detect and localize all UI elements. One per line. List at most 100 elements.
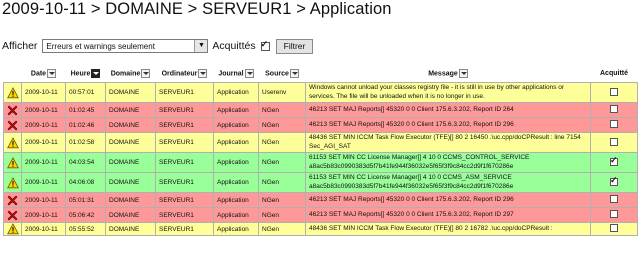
header-ordinateur: Ordinateur [156, 64, 214, 83]
filter-button[interactable]: Filtrer [275, 38, 314, 54]
filter-bar: Afficher Erreurs et warnings seulement ▼… [2, 37, 314, 55]
date-cell: 2009-10-11 [21, 82, 66, 103]
source-cell: NGen [258, 152, 306, 173]
computer-cell: SERVEUR1 [155, 222, 214, 236]
table-row: 2009-10-11 05:55:52 DOMAINE SERVEUR1 Applica… [3, 222, 638, 236]
ack-checkbox[interactable] [610, 210, 618, 218]
date-cell: 2009-10-11 [21, 172, 66, 193]
ack-cell [590, 172, 638, 193]
journal-cell: Application [213, 117, 259, 133]
time-cell: 01:02:46 [65, 117, 106, 133]
table-row: 2009-10-11 01:02:58 DOMAINE SERVEUR1 Applica… [3, 132, 638, 153]
message-sort-dropdown-icon[interactable] [458, 68, 468, 78]
event-table: Date Heure Domaine Ordinateur Journal So… [3, 64, 638, 236]
ack-cell [590, 192, 638, 208]
header-heure-label: Heure [70, 69, 91, 77]
journal-cell: Application [213, 222, 259, 236]
header-heure: Heure [66, 64, 106, 83]
header-icon [4, 64, 22, 83]
level-cell [3, 117, 22, 133]
ack-cell [590, 222, 638, 236]
level-cell [3, 102, 22, 118]
time-cell: 01:02:45 [65, 102, 106, 118]
ack-cell [590, 132, 638, 153]
ack-checkbox[interactable] [610, 155, 618, 166]
level-cell [3, 207, 22, 223]
ack-checkbox[interactable] [610, 120, 618, 128]
level-cell [3, 152, 22, 173]
heure-sort-dropdown-icon[interactable] [91, 68, 101, 78]
source-cell: NGen [258, 172, 306, 193]
ack-cell [590, 102, 638, 118]
source-cell: NGen [258, 207, 306, 223]
error-icon [7, 210, 18, 220]
computer-cell: SERVEUR1 [155, 172, 214, 193]
warning-icon [6, 156, 19, 168]
date-cell: 2009-10-11 [21, 222, 66, 236]
time-cell: 05:55:52 [65, 222, 106, 236]
warning-icon [6, 176, 19, 188]
ack-cell [590, 82, 638, 103]
ordinateur-sort-dropdown-icon[interactable] [198, 68, 208, 78]
journal-cell: Application [213, 172, 259, 193]
ack-checkbox[interactable] [610, 195, 618, 203]
journal-cell: Application [213, 192, 259, 208]
ack-checkbox[interactable] [610, 137, 618, 146]
warning-icon [6, 136, 19, 148]
message-cell: 46213 SET MAJ Reports[] 45320 0 0 Client… [305, 117, 591, 133]
source-sort-dropdown-icon[interactable] [289, 68, 299, 78]
date-cell: 2009-10-11 [21, 192, 66, 208]
level-cell [3, 82, 22, 103]
header-domaine: Domaine [106, 64, 156, 83]
filter-select[interactable]: Erreurs et warnings seulement ▼ [42, 39, 209, 53]
ack-checkbox[interactable] [610, 105, 618, 113]
date-sort-dropdown-icon[interactable] [47, 68, 57, 78]
source-cell: NGen [258, 222, 306, 236]
table-row: 2009-10-11 04:06:08 DOMAINE SERVEUR1 Applica… [3, 172, 638, 193]
computer-cell: SERVEUR1 [155, 152, 214, 173]
message-cell: 46213 SET MAJ Reports[] 45320 0 0 Client… [305, 207, 591, 223]
header-source: Source [259, 64, 306, 83]
ack-filter-checkbox[interactable] [260, 39, 270, 51]
domain-cell: DOMAINE [105, 222, 156, 236]
header-domaine-label: Domaine [110, 69, 141, 77]
domain-cell: DOMAINE [105, 192, 156, 208]
journal-sort-dropdown-icon[interactable] [244, 68, 254, 78]
warning-icon [6, 86, 19, 98]
ack-checkbox[interactable] [610, 224, 618, 232]
ack-cell [590, 117, 638, 133]
table-row: 2009-10-11 01:02:46 DOMAINE SERVEUR1 Applica… [3, 117, 638, 133]
time-cell: 04:03:54 [65, 152, 106, 173]
ack-filter-label: Acquittés [212, 40, 256, 52]
message-cell: 61153 SET MIN CC License Manager[] 4 10 … [305, 152, 591, 173]
computer-cell: SERVEUR1 [155, 117, 214, 133]
domain-cell: DOMAINE [105, 152, 156, 173]
header-source-label: Source [265, 69, 289, 77]
header-date-label: Date [30, 69, 47, 77]
domaine-sort-dropdown-icon[interactable] [141, 68, 151, 78]
date-cell: 2009-10-11 [21, 132, 66, 153]
table-row: 2009-10-11 05:01:31 DOMAINE SERVEUR1 Applica… [3, 192, 638, 208]
date-cell: 2009-10-11 [21, 152, 66, 173]
filter-select-value: Erreurs et warnings seulement [46, 41, 155, 51]
chevron-down-icon: ▼ [194, 40, 208, 52]
ack-checkbox[interactable] [610, 175, 618, 186]
filter-label: Afficher [2, 40, 38, 52]
table-row: 2009-10-11 01:02:45 DOMAINE SERVEUR1 Applica… [3, 102, 638, 118]
time-cell: 05:06:42 [65, 207, 106, 223]
level-cell [3, 192, 22, 208]
error-icon [7, 105, 18, 115]
ack-checkbox[interactable] [610, 87, 618, 96]
breadcrumb: 2009-10-11 > DOMAINE > SERVEUR1 > Applic… [2, 0, 392, 18]
source-cell: NGen [258, 132, 306, 153]
message-cell: 46213 SET MAJ Reports[] 45320 0 0 Client… [305, 102, 591, 118]
source-cell: Userenv [258, 82, 306, 103]
error-icon [7, 120, 18, 130]
computer-cell: SERVEUR1 [155, 102, 214, 118]
journal-cell: Application [213, 207, 259, 223]
computer-cell: SERVEUR1 [155, 82, 214, 103]
ack-cell [590, 207, 638, 223]
message-cell: 48436 SET MIN ICCM Task Flow Executor (T… [305, 132, 591, 153]
computer-cell: SERVEUR1 [155, 132, 214, 153]
warning-icon [6, 223, 19, 235]
